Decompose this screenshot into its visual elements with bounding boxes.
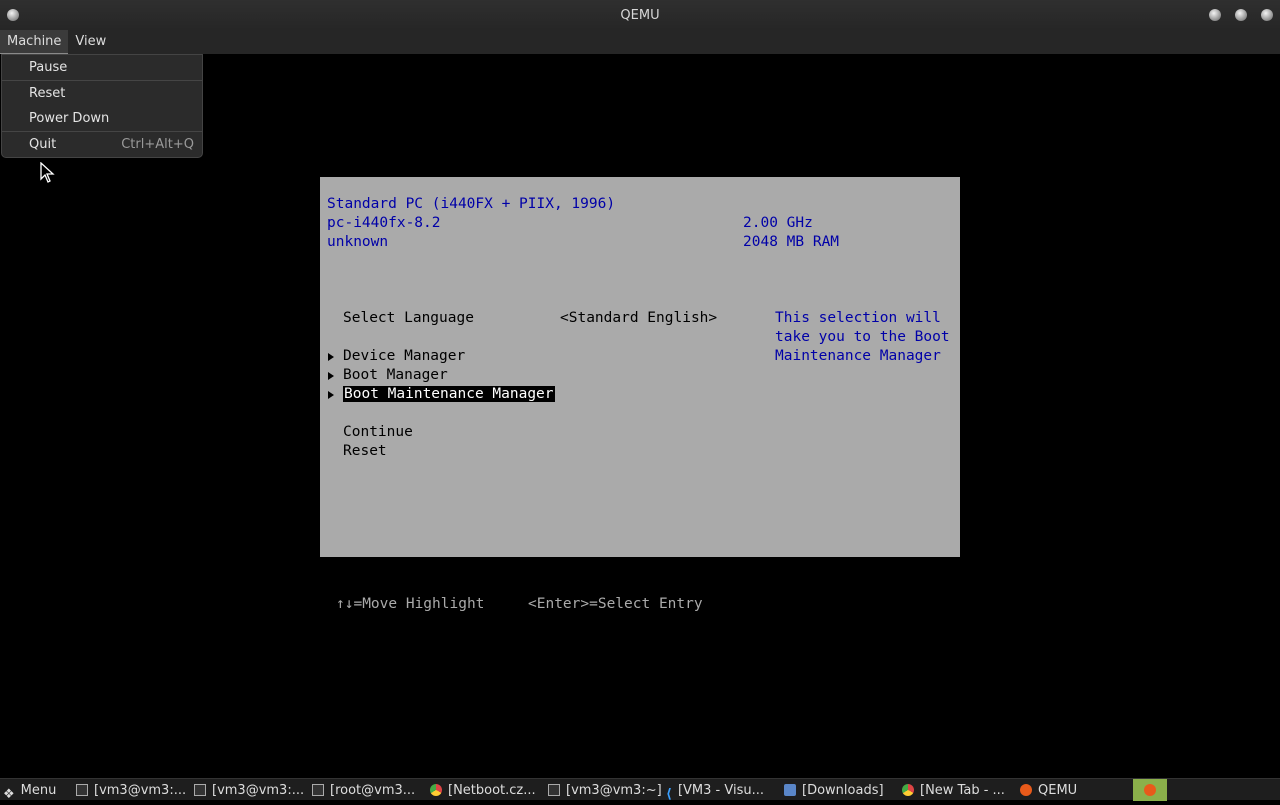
taskbar: ❖ Menu [vm3@vm3:... [vm3@vm3:... [root@v… [0,778,1280,803]
window-title: QEMU [620,7,660,23]
taskbar-item[interactable]: [New Tab - ... [902,779,1005,801]
menu-continue[interactable]: Continue [343,424,413,440]
help-text-line: Maintenance Manager [775,348,941,364]
submenu-arrow-icon [328,372,334,380]
menu-item-accelerator: Ctrl+Alt+Q [121,137,194,152]
menu-view[interactable]: View [68,30,113,54]
menu-item-label: Power Down [29,111,110,126]
menu-item-power-down[interactable]: Power Down [2,106,202,131]
menu-boot-maintenance-manager[interactable]: Boot Maintenance Manager [343,386,555,402]
taskbar-item-label: QEMU [1038,782,1078,798]
language-value[interactable]: <Standard English> [560,310,717,326]
menu-device-manager[interactable]: Device Manager [343,348,465,364]
taskbar-item[interactable]: ⟨ [VM3 - Visu... [666,779,764,803]
help-text-line: This selection will [775,310,941,326]
taskbar-item-label: [vm3@vm3:... [94,782,187,798]
help-text-line: take you to the Boot [775,329,950,345]
close-icon[interactable] [1261,9,1273,21]
maximize-icon[interactable] [1235,9,1247,21]
menu-boot-manager[interactable]: Boot Manager [343,367,448,383]
taskbar-item-label: [Netboot.cz... [448,782,536,798]
menu-item-label: Reset [29,86,66,101]
vscode-icon: ⟨ [666,787,672,802]
taskbar-item-label: [VM3 - Visu... [677,782,764,798]
machine-menu-dropdown: Pause Reset Power Down Quit Ctrl+Alt+Q [1,54,203,158]
menu-icon: ❖ [3,787,15,802]
menu-item-reset[interactable]: Reset [2,81,202,106]
terminal-icon [312,784,324,796]
taskbar-item-active[interactable]: QEMU [1020,779,1077,801]
taskbar-item[interactable]: [Downloads] [784,779,884,801]
menu-item-quit[interactable]: Quit Ctrl+Alt+Q [2,132,202,157]
minimize-icon[interactable] [1209,9,1221,21]
bios-version: unknown [327,234,389,250]
vm-display[interactable]: Standard PC (i440FX + PIIX, 1996) pc-i44… [320,177,960,557]
folder-icon [784,784,796,796]
submenu-arrow-icon [328,353,334,361]
taskbar-menu-label: Menu [20,782,57,798]
system-name: Standard PC (i440FX + PIIX, 1996) [327,196,616,212]
taskbar-item-label: [New Tab - ... [920,782,1005,798]
chrome-icon [430,784,442,796]
select-language-label[interactable]: Select Language [343,310,474,326]
submenu-arrow-icon [328,391,334,399]
taskbar-menu-button[interactable]: ❖ Menu [3,779,57,803]
menu-item-label: Pause [29,60,68,75]
qemu-icon [1144,784,1156,796]
taskbar-qemu-tray[interactable] [1133,779,1167,801]
taskbar-item[interactable]: [vm3@vm3:... [76,779,186,801]
window-titlebar: QEMU [0,0,1280,30]
terminal-icon [194,784,206,796]
hint-move-highlight: ↑↓=Move Highlight [336,596,485,612]
cpu-speed: 2.00 GHz [743,215,813,231]
taskbar-item[interactable]: [vm3@vm3:... [194,779,304,801]
menu-machine[interactable]: Machine [0,30,69,54]
menubar: Machine View [0,30,1280,54]
taskbar-item[interactable]: [root@vm3... [312,779,415,801]
taskbar-item[interactable]: [Netboot.cz... [430,779,536,801]
taskbar-item-label: [root@vm3... [330,782,416,798]
menu-item-pause[interactable]: Pause [2,55,202,80]
menu-reset[interactable]: Reset [343,443,387,459]
taskbar-item-label: [Downloads] [802,782,884,798]
chrome-icon [902,784,914,796]
hint-select-entry: <Enter>=Select Entry [528,596,703,612]
window-menu-icon[interactable] [7,9,19,21]
terminal-icon [548,784,560,796]
taskbar-item-label: [vm3@vm3:... [212,782,305,798]
machine-type: pc-i440fx-8.2 [327,215,441,231]
taskbar-item[interactable]: [vm3@vm3:~] [548,779,662,801]
taskbar-item-label: [vm3@vm3:~] [566,782,662,798]
menu-item-label: Quit [29,137,57,152]
ram-size: 2048 MB RAM [743,234,840,250]
terminal-icon [76,784,88,796]
qemu-icon [1020,784,1032,796]
mouse-cursor-icon [40,162,55,183]
